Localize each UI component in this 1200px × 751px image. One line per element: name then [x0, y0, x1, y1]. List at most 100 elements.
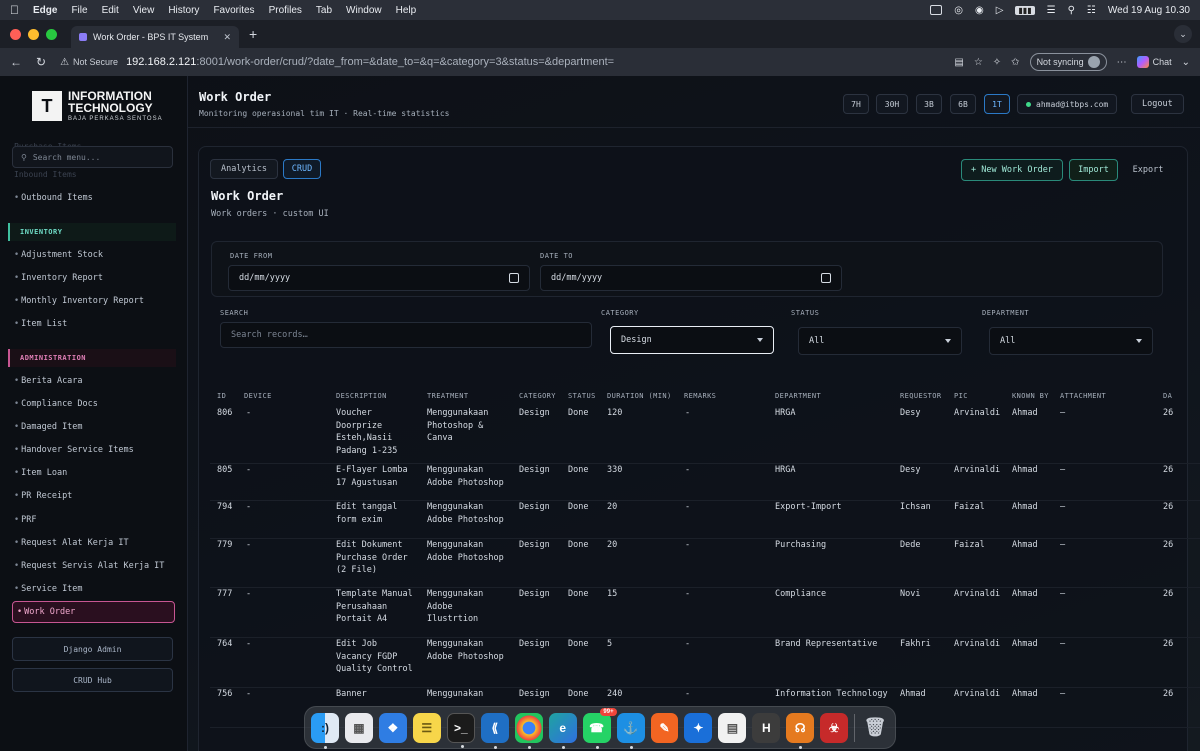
category-select[interactable]: Design	[610, 326, 774, 354]
col-treatment[interactable]: TREATMENT	[427, 392, 469, 400]
wifi-icon[interactable]: ☰	[1047, 5, 1056, 16]
h-app-icon[interactable]: H	[752, 712, 781, 743]
sidebar-item-prf[interactable]: • PRF	[14, 515, 36, 525]
col-requestor[interactable]: REQUESTOR	[900, 392, 942, 400]
more-icon[interactable]: ⋯	[1117, 57, 1127, 68]
col-attachment[interactable]: ATTACHMENT	[1060, 392, 1106, 400]
new-work-order-button[interactable]: + New Work Order	[961, 159, 1063, 181]
zoom-window-button[interactable]	[46, 28, 57, 40]
sidebar-item-item-list[interactable]: • Item List	[14, 319, 67, 329]
preview-icon[interactable]: ▤	[718, 712, 747, 743]
col-department[interactable]: DEPARTMENT	[775, 392, 821, 400]
headset-icon[interactable]: ☊	[786, 712, 815, 749]
sidebar-item-work-order[interactable]: • Work Order	[12, 601, 175, 623]
pencil-app-icon[interactable]: ✎	[650, 712, 679, 743]
menu-file[interactable]: File	[71, 5, 87, 16]
terminal-icon[interactable]: >_	[446, 712, 475, 748]
range-3b-button[interactable]: 3B	[916, 94, 942, 114]
sidebar-item-pr-receipt[interactable]: • PR Receipt	[14, 491, 72, 501]
menu-profiles[interactable]: Profiles	[269, 5, 302, 16]
warning-icon[interactable]: ⚠	[60, 57, 69, 68]
col-pic[interactable]: PIC	[954, 392, 968, 400]
department-select[interactable]: All	[989, 327, 1153, 355]
apple-icon[interactable]: 	[10, 3, 19, 17]
chrome-icon[interactable]	[514, 712, 543, 749]
col-date[interactable]: DA	[1163, 392, 1172, 400]
security-icon[interactable]: ☣	[820, 712, 849, 743]
sidebar-item-handover-service-items[interactable]: • Handover Service Items	[14, 445, 134, 455]
menu-edit[interactable]: Edit	[102, 5, 119, 16]
vscode-icon[interactable]: ⟪	[480, 712, 509, 749]
col-id[interactable]: ID	[217, 392, 226, 400]
logout-button[interactable]: Logout	[1131, 94, 1184, 114]
sidebar-item-monthly-inventory-report[interactable]: • Monthly Inventory Report	[14, 296, 144, 306]
favorites-icon[interactable]: ✩	[1011, 57, 1019, 68]
sidebar-item-inbound-items[interactable]: Inbound Items	[14, 170, 77, 179]
close-tab-icon[interactable]: ✕	[223, 32, 231, 43]
menu-help[interactable]: Help	[396, 5, 417, 16]
profile-sync-button[interactable]: Not syncing	[1029, 53, 1107, 71]
status-select[interactable]: All	[798, 327, 962, 355]
tab-crud[interactable]: CRUD	[283, 159, 321, 179]
copilot-chat-button[interactable]: Chat	[1136, 56, 1172, 68]
spotlight-icon[interactable]: ⚲	[1068, 5, 1075, 16]
favorite-star-icon[interactable]: ☆	[974, 57, 983, 68]
calendar-icon[interactable]	[509, 273, 519, 283]
reader-icon[interactable]: ▤	[954, 57, 963, 68]
crud-hub-button[interactable]: CRUD Hub	[12, 668, 173, 692]
sidebar-item-service-item[interactable]: • Service Item	[14, 584, 83, 594]
notes-icon[interactable]: ☰	[412, 712, 441, 743]
django-admin-button[interactable]: Django Admin	[12, 637, 173, 661]
table-row[interactable]: 777 - Template Manual Perusahaan Portait A…	[210, 588, 1200, 638]
range-1t-button[interactable]: 1T	[984, 94, 1010, 114]
range-6b-button[interactable]: 6B	[950, 94, 976, 114]
sidebar-item-request-alat-kerja-it[interactable]: • Request Alat Kerja IT	[14, 538, 129, 548]
edge-icon[interactable]: e	[548, 712, 577, 749]
safari-icon[interactable]: ❖	[378, 712, 407, 743]
export-button[interactable]: Export	[1124, 159, 1172, 181]
col-remarks[interactable]: REMARKS	[684, 392, 716, 400]
new-tab-icon[interactable]: +	[249, 26, 257, 42]
col-known-by[interactable]: KNOWN BY	[1012, 392, 1049, 400]
menu-window[interactable]: Window	[346, 5, 382, 16]
url-path[interactable]: :8001/work-order/crud/?date_from=&date_t…	[196, 56, 614, 68]
range-30h-button[interactable]: 30H	[876, 94, 908, 114]
finder-icon[interactable]: :)	[311, 712, 339, 749]
url-host[interactable]: 192.168.2.121	[126, 56, 196, 68]
table-row[interactable]: 779 - Edit Dokument Purchase Order (2 File…	[210, 539, 1200, 588]
back-icon[interactable]: ←	[10, 55, 22, 69]
app-store-icon[interactable]: ✦	[684, 712, 713, 743]
menu-app-name[interactable]: Edge	[33, 5, 57, 16]
sidebar-item-outbound-items[interactable]: • Outbound Items	[14, 193, 93, 203]
docker-icon[interactable]: ⚓	[616, 712, 645, 749]
records-search-input[interactable]: Search records…	[220, 322, 592, 348]
sidebar-item-adjustment-stock[interactable]: • Adjustment Stock	[14, 250, 103, 260]
trash-icon[interactable]: 🗑	[861, 713, 889, 743]
col-status[interactable]: STATUS	[568, 392, 596, 400]
sidebar-item-inventory-report[interactable]: • Inventory Report	[14, 273, 103, 283]
battery-icon[interactable]: ▮▮▮	[1015, 5, 1035, 15]
calendar-icon[interactable]	[821, 273, 831, 283]
sidebar-search-input[interactable]: ⚲ Search menu...	[12, 146, 173, 168]
control-center-icon[interactable]: ☷	[1087, 5, 1096, 16]
col-description[interactable]: DESCRIPTION	[336, 392, 387, 400]
col-category[interactable]: CATEGORY	[519, 392, 556, 400]
extensions-icon[interactable]: ✧	[993, 57, 1001, 68]
record-icon[interactable]: ◉	[975, 5, 984, 16]
tab-analytics[interactable]: Analytics	[210, 159, 278, 179]
whatsapp-icon[interactable]: ☎ 99+	[582, 707, 617, 749]
close-window-button[interactable]	[10, 28, 21, 40]
minimize-window-button[interactable]	[28, 28, 39, 40]
launchpad-icon[interactable]: ▦	[344, 712, 373, 743]
date-to-input[interactable]: dd/mm/yyyy	[540, 265, 842, 291]
sidebar-chevron-icon[interactable]: ⌄	[1182, 57, 1190, 68]
date-from-input[interactable]: dd/mm/yyyy	[228, 265, 530, 291]
table-row[interactable]: 805 - E-Flayer Lomba 17 Agustusan Menggunak…	[210, 464, 1200, 501]
sidebar-item-item-loan[interactable]: • Item Loan	[14, 468, 67, 478]
play-icon[interactable]: ▷	[996, 5, 1004, 16]
table-row[interactable]: 764 - Edit Job Vacancy FGDP Quality Contro…	[210, 638, 1200, 688]
range-7h-button[interactable]: 7H	[843, 94, 869, 114]
security-label[interactable]: Not Secure	[73, 57, 118, 67]
menubar-clock[interactable]: Wed 19 Aug 10.30	[1108, 5, 1190, 16]
sidebar-item-damaged-item[interactable]: • Damaged Item	[14, 422, 83, 432]
